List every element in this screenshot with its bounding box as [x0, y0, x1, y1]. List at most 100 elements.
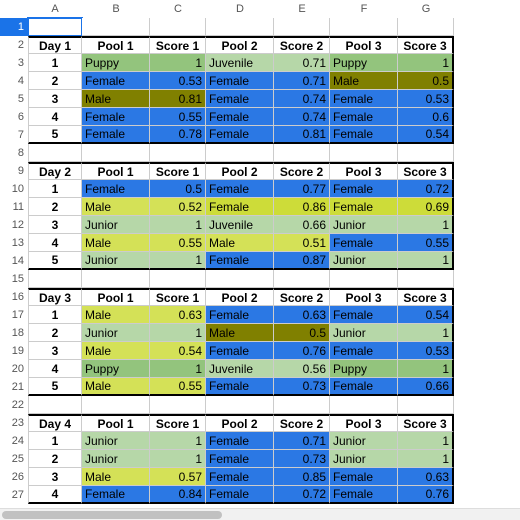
data-cell[interactable]: 0.52 — [150, 198, 206, 216]
header-cell[interactable]: Score 3 — [398, 36, 454, 54]
data-cell[interactable]: 0.5 — [274, 324, 330, 342]
header-cell[interactable]: Score 3 — [398, 288, 454, 306]
row-header-17[interactable]: 17 — [0, 306, 28, 324]
data-cell[interactable]: 1 — [150, 360, 206, 378]
row-header-6[interactable]: 6 — [0, 108, 28, 126]
data-cell[interactable]: Male — [82, 198, 150, 216]
data-cell[interactable]: 0.84 — [150, 486, 206, 504]
data-cell[interactable]: 4 — [28, 108, 82, 126]
header-cell[interactable]: Pool 2 — [206, 162, 274, 180]
row-header-2[interactable]: 2 — [0, 36, 28, 54]
row-header-5[interactable]: 5 — [0, 90, 28, 108]
header-cell[interactable]: Pool 1 — [82, 288, 150, 306]
header-cell[interactable]: Score 3 — [398, 162, 454, 180]
data-cell[interactable]: Female — [206, 486, 274, 504]
row-header-27[interactable]: 27 — [0, 486, 28, 504]
data-cell[interactable]: Puppy — [82, 54, 150, 72]
data-cell[interactable]: 0.72 — [398, 180, 454, 198]
data-cell[interactable]: 0.6 — [398, 108, 454, 126]
cell[interactable] — [28, 144, 82, 162]
data-cell[interactable]: 2 — [28, 198, 82, 216]
data-cell[interactable]: Female — [330, 126, 398, 144]
cell[interactable] — [398, 18, 454, 36]
data-cell[interactable]: Female — [206, 378, 274, 396]
header-cell[interactable]: Day 1 — [28, 36, 82, 54]
cell[interactable] — [28, 18, 82, 36]
header-cell[interactable]: Pool 1 — [82, 414, 150, 432]
col-header-F[interactable]: F — [330, 0, 398, 18]
data-cell[interactable]: Female — [206, 306, 274, 324]
data-cell[interactable]: Female — [206, 180, 274, 198]
data-cell[interactable]: Junior — [330, 324, 398, 342]
scrollbar-thumb[interactable] — [2, 511, 222, 519]
cell[interactable] — [398, 270, 454, 288]
row-header-23[interactable]: 23 — [0, 414, 28, 432]
data-cell[interactable]: 1 — [398, 216, 454, 234]
data-cell[interactable]: 0.81 — [274, 126, 330, 144]
data-cell[interactable]: Junior — [330, 252, 398, 270]
data-cell[interactable]: 1 — [150, 324, 206, 342]
data-cell[interactable]: 1 — [28, 432, 82, 450]
data-cell[interactable]: Female — [206, 126, 274, 144]
data-cell[interactable]: 0.55 — [398, 234, 454, 252]
data-cell[interactable]: Juvenile — [206, 360, 274, 378]
cell[interactable] — [28, 396, 82, 414]
data-cell[interactable]: 0.78 — [150, 126, 206, 144]
data-cell[interactable]: Male — [206, 324, 274, 342]
cell[interactable] — [150, 144, 206, 162]
cell[interactable] — [398, 144, 454, 162]
data-cell[interactable]: 5 — [28, 252, 82, 270]
data-cell[interactable]: 0.53 — [398, 90, 454, 108]
header-cell[interactable]: Pool 3 — [330, 162, 398, 180]
data-cell[interactable]: 0.74 — [274, 90, 330, 108]
data-cell[interactable]: 1 — [150, 450, 206, 468]
data-cell[interactable]: Male — [82, 90, 150, 108]
data-cell[interactable]: 0.55 — [150, 234, 206, 252]
row-header-24[interactable]: 24 — [0, 432, 28, 450]
row-header-14[interactable]: 14 — [0, 252, 28, 270]
data-cell[interactable]: 0.5 — [398, 72, 454, 90]
data-cell[interactable]: Female — [206, 252, 274, 270]
data-cell[interactable]: Female — [206, 198, 274, 216]
data-cell[interactable]: Male — [330, 72, 398, 90]
data-cell[interactable]: Female — [82, 180, 150, 198]
data-cell[interactable]: 0.87 — [274, 252, 330, 270]
data-cell[interactable]: Junior — [82, 432, 150, 450]
data-cell[interactable]: 2 — [28, 72, 82, 90]
data-cell[interactable]: 0.66 — [398, 378, 454, 396]
data-cell[interactable]: Female — [82, 126, 150, 144]
data-cell[interactable]: 0.71 — [274, 72, 330, 90]
data-cell[interactable]: 0.74 — [274, 108, 330, 126]
data-cell[interactable]: Female — [330, 342, 398, 360]
cell[interactable] — [398, 396, 454, 414]
data-cell[interactable]: 0.63 — [274, 306, 330, 324]
cell[interactable] — [82, 270, 150, 288]
data-cell[interactable]: 0.54 — [150, 342, 206, 360]
data-cell[interactable]: 0.57 — [150, 468, 206, 486]
header-cell[interactable]: Score 2 — [274, 414, 330, 432]
header-cell[interactable]: Day 2 — [28, 162, 82, 180]
data-cell[interactable]: Puppy — [82, 360, 150, 378]
row-header-25[interactable]: 25 — [0, 450, 28, 468]
cell[interactable] — [150, 18, 206, 36]
header-cell[interactable]: Pool 2 — [206, 414, 274, 432]
cell[interactable] — [206, 18, 274, 36]
data-cell[interactable]: Female — [330, 198, 398, 216]
data-cell[interactable]: 5 — [28, 126, 82, 144]
data-cell[interactable]: 4 — [28, 234, 82, 252]
data-cell[interactable]: 4 — [28, 486, 82, 504]
cell[interactable] — [330, 396, 398, 414]
header-cell[interactable]: Pool 3 — [330, 414, 398, 432]
data-cell[interactable]: Female — [330, 486, 398, 504]
data-cell[interactable]: 0.73 — [274, 450, 330, 468]
data-cell[interactable]: 0.56 — [274, 360, 330, 378]
data-cell[interactable]: Junior — [330, 216, 398, 234]
data-cell[interactable]: 1 — [28, 306, 82, 324]
cell[interactable] — [274, 396, 330, 414]
row-header-13[interactable]: 13 — [0, 234, 28, 252]
data-cell[interactable]: Junior — [330, 432, 398, 450]
header-cell[interactable]: Score 2 — [274, 36, 330, 54]
data-cell[interactable]: 0.63 — [150, 306, 206, 324]
data-cell[interactable]: 0.71 — [274, 54, 330, 72]
header-cell[interactable]: Pool 2 — [206, 36, 274, 54]
